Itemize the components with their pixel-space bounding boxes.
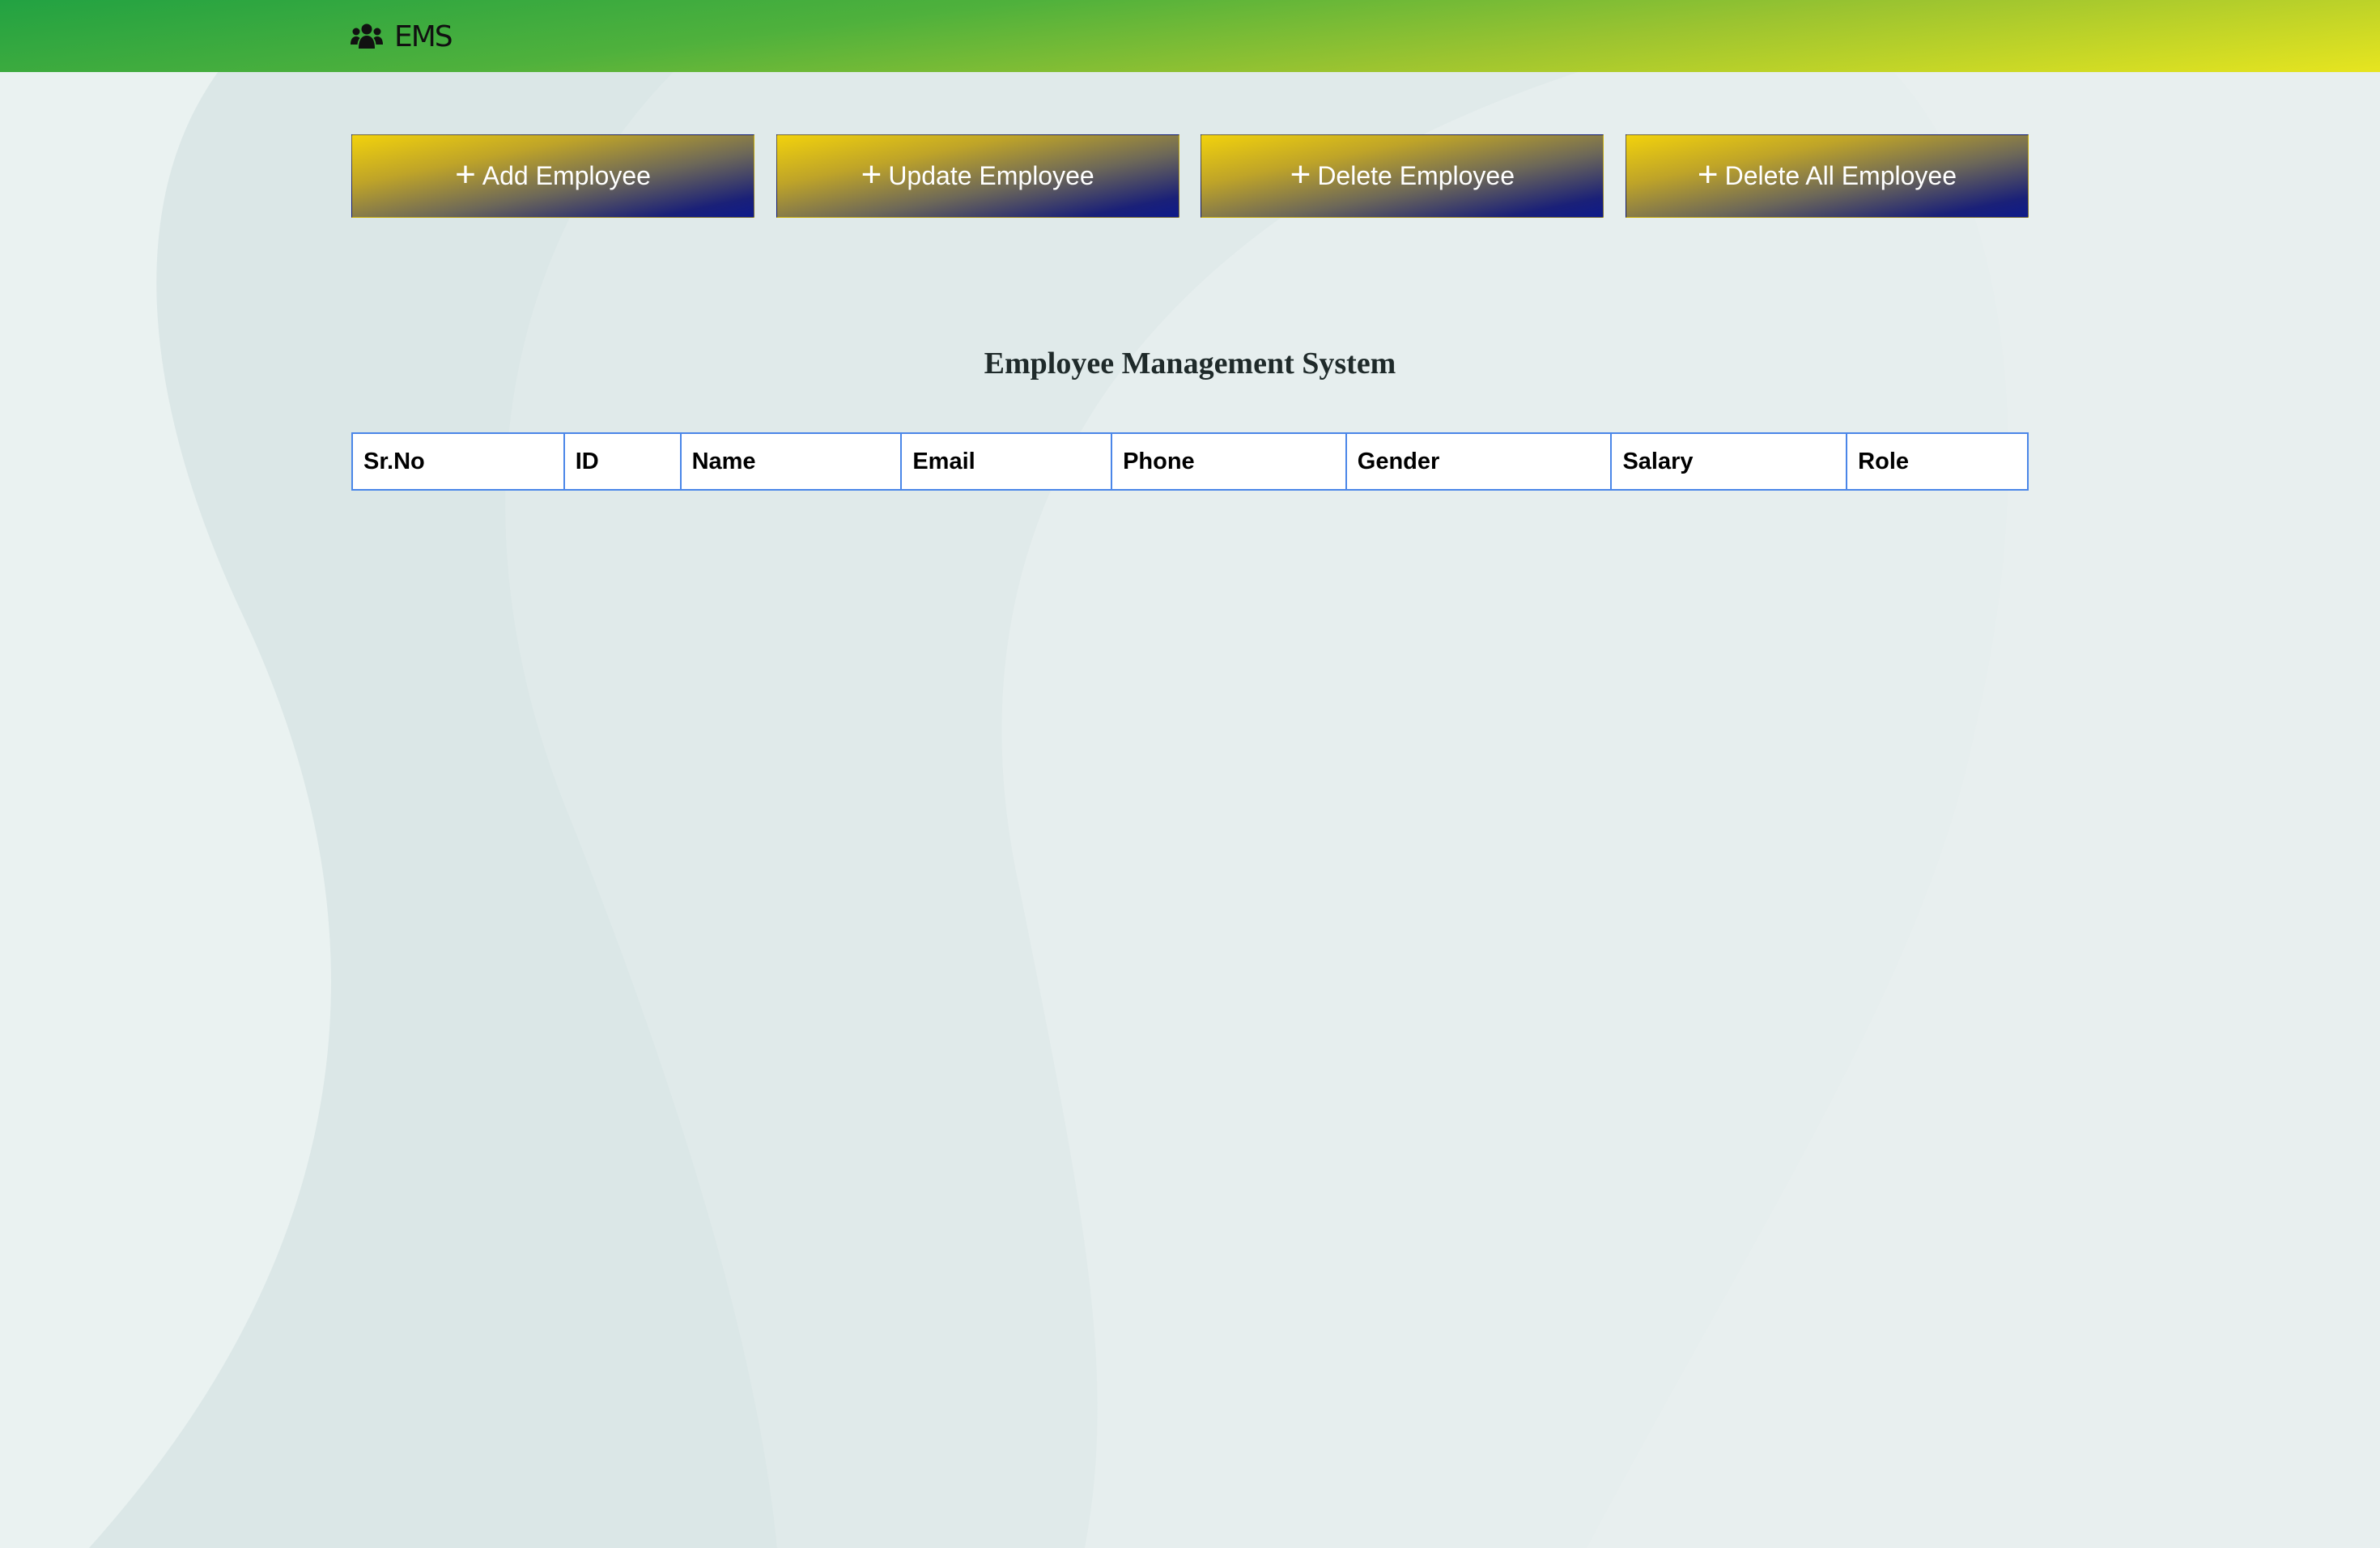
plus-icon: + (1697, 154, 1719, 194)
plus-icon: + (861, 154, 882, 194)
column-header-phone: Phone (1111, 432, 1347, 491)
column-header-email: Email (900, 432, 1113, 491)
plus-icon: + (455, 154, 476, 194)
delete-employee-label: Delete Employee (1317, 161, 1515, 190)
brand-link[interactable]: EMS (351, 16, 453, 57)
add-employee-label: Add Employee (482, 161, 651, 190)
delete-all-employee-button[interactable]: + Delete All Employee (1625, 134, 2029, 218)
update-employee-label: Update Employee (888, 161, 1094, 190)
column-header-srno: Sr.No (351, 432, 565, 491)
action-buttons: + Add Employee + Update Employee + Delet… (351, 134, 2029, 218)
delete-employee-button[interactable]: + Delete Employee (1201, 134, 1604, 218)
table-header: Sr.No ID Name Email Phone Gender Salary … (351, 432, 2029, 491)
update-employee-button[interactable]: + Update Employee (776, 134, 1179, 218)
employee-table: Sr.No ID Name Email Phone Gender Salary … (351, 432, 2029, 491)
add-employee-button[interactable]: + Add Employee (351, 134, 754, 218)
brand-text: EMS (394, 19, 453, 53)
column-header-gender: Gender (1345, 432, 1613, 491)
users-icon (351, 23, 383, 49)
page-title: Employee Management System (984, 346, 1396, 381)
column-header-salary: Salary (1610, 432, 1848, 491)
plus-icon: + (1290, 154, 1311, 194)
column-header-id: ID (563, 432, 682, 491)
column-header-role: Role (1846, 432, 2029, 491)
column-header-name: Name (679, 432, 903, 491)
delete-all-employee-label: Delete All Employee (1724, 161, 1957, 190)
navbar: EMS (0, 0, 2380, 72)
background-waves (0, 0, 2380, 1548)
header-row: Sr.No ID Name Email Phone Gender Salary … (351, 432, 2029, 491)
